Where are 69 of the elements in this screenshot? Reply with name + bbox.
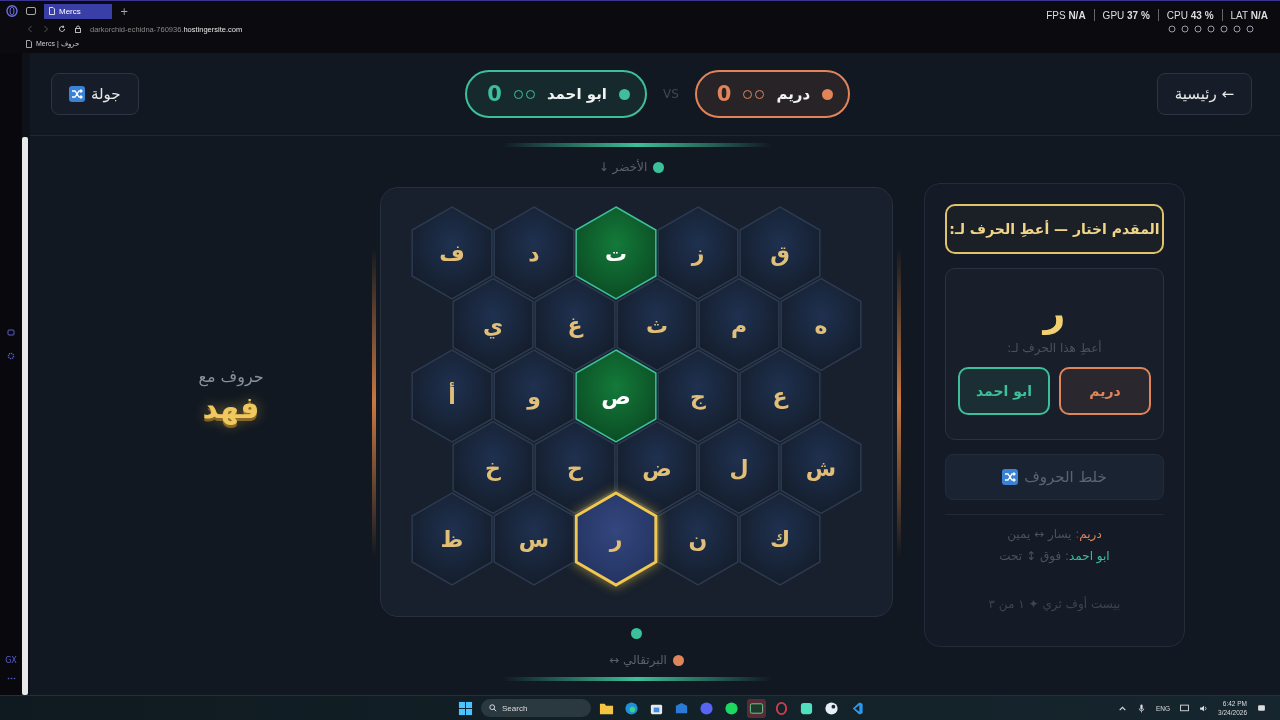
hex-cell[interactable]: ص [575,349,657,443]
lock-icon [74,25,82,33]
marker-dot [631,628,642,639]
notification-icon[interactable] [1257,703,1266,713]
speaker-icon[interactable] [1199,703,1209,713]
team-name: ابو احمد [1069,549,1110,563]
hex-cell[interactable]: ر [574,491,658,587]
monitor-icon[interactable] [1180,703,1190,713]
team-name: دريم [776,85,811,103]
search-field[interactable]: Search [481,699,591,717]
scrollbar-thumb[interactable] [22,137,28,695]
settings-icon[interactable] [7,352,15,360]
hex-cell[interactable]: ل [698,420,780,515]
browser-tab[interactable]: Mercs [44,3,112,19]
shuffle-icon [69,86,85,102]
stat-readout: CPU 43 % [1166,9,1214,21]
stat-readout: FPS N/A [1046,9,1086,21]
hex-cell[interactable]: ن [657,492,739,586]
hex-cell[interactable]: ع [739,349,821,443]
current-letter: ر [1043,291,1066,335]
page-icon [26,40,32,48]
home-button[interactable]: ← رئيسية [1156,73,1252,115]
team-score: 0 [716,82,732,106]
stat-readout: LAT N/A [1230,9,1268,21]
hex-cell[interactable]: ق [739,206,821,300]
hex-cell[interactable]: ض [616,420,698,515]
round-button[interactable]: جولة [51,73,139,115]
hex-cell[interactable]: ش [780,420,862,515]
team-name: دريم [1079,527,1102,541]
hex-cell[interactable]: د [493,206,575,300]
hex-cell[interactable]: م [698,277,780,372]
hex-cell[interactable]: ج [657,349,739,443]
tab-manager-icon[interactable] [26,7,36,15]
prompt-banner: المقدم اختار — أعطِ الحرف لـ: [945,204,1164,254]
hex-cell[interactable]: ت [575,206,657,300]
give-button[interactable]: ابو احمد [958,367,1050,415]
page-icon [49,7,55,15]
browser-logo-icon[interactable] [6,5,18,17]
hex-cell[interactable]: و [493,349,575,443]
give-button[interactable]: دريم [1059,367,1151,415]
sidebar-label[interactable]: GX [5,656,17,665]
chevron-icon[interactable] [1118,703,1127,713]
terminal-icon[interactable] [747,698,766,718]
team-name: ابو احمد [546,85,607,103]
player-name: فهد [202,389,260,425]
player-caption: حروف مع [198,366,264,386]
shuffle-icon [1002,469,1019,485]
sidebar-icon[interactable] [7,328,15,336]
hex-cell[interactable]: ح [534,420,616,515]
hex-cell[interactable]: ز [657,206,739,300]
side-label: البرتقالي ↔ [609,653,667,667]
hex-cell[interactable]: أ [411,349,493,443]
team-score: 0 [487,82,502,106]
more-icon[interactable] [6,677,16,680]
reload-icon[interactable] [58,25,66,33]
hex-cell[interactable]: خ [452,420,534,515]
hex-cell[interactable]: س [493,492,575,586]
microphone-icon[interactable] [1137,703,1146,713]
new-tab-button[interactable]: + [120,5,129,17]
hex-cell[interactable]: ك [739,492,821,586]
search-icon [489,704,497,712]
hex-cell[interactable]: ه [780,277,862,372]
side-label: الأخضر ↓ [598,160,648,174]
hex-cell[interactable]: ف [411,206,493,300]
hex-cell[interactable]: ث [616,277,698,372]
hex-cell[interactable]: غ [534,277,616,372]
hex-cell[interactable]: ظ [411,492,493,586]
stat-readout: GPU 37 % [1102,9,1150,21]
hex-cell[interactable]: ي [452,277,534,372]
